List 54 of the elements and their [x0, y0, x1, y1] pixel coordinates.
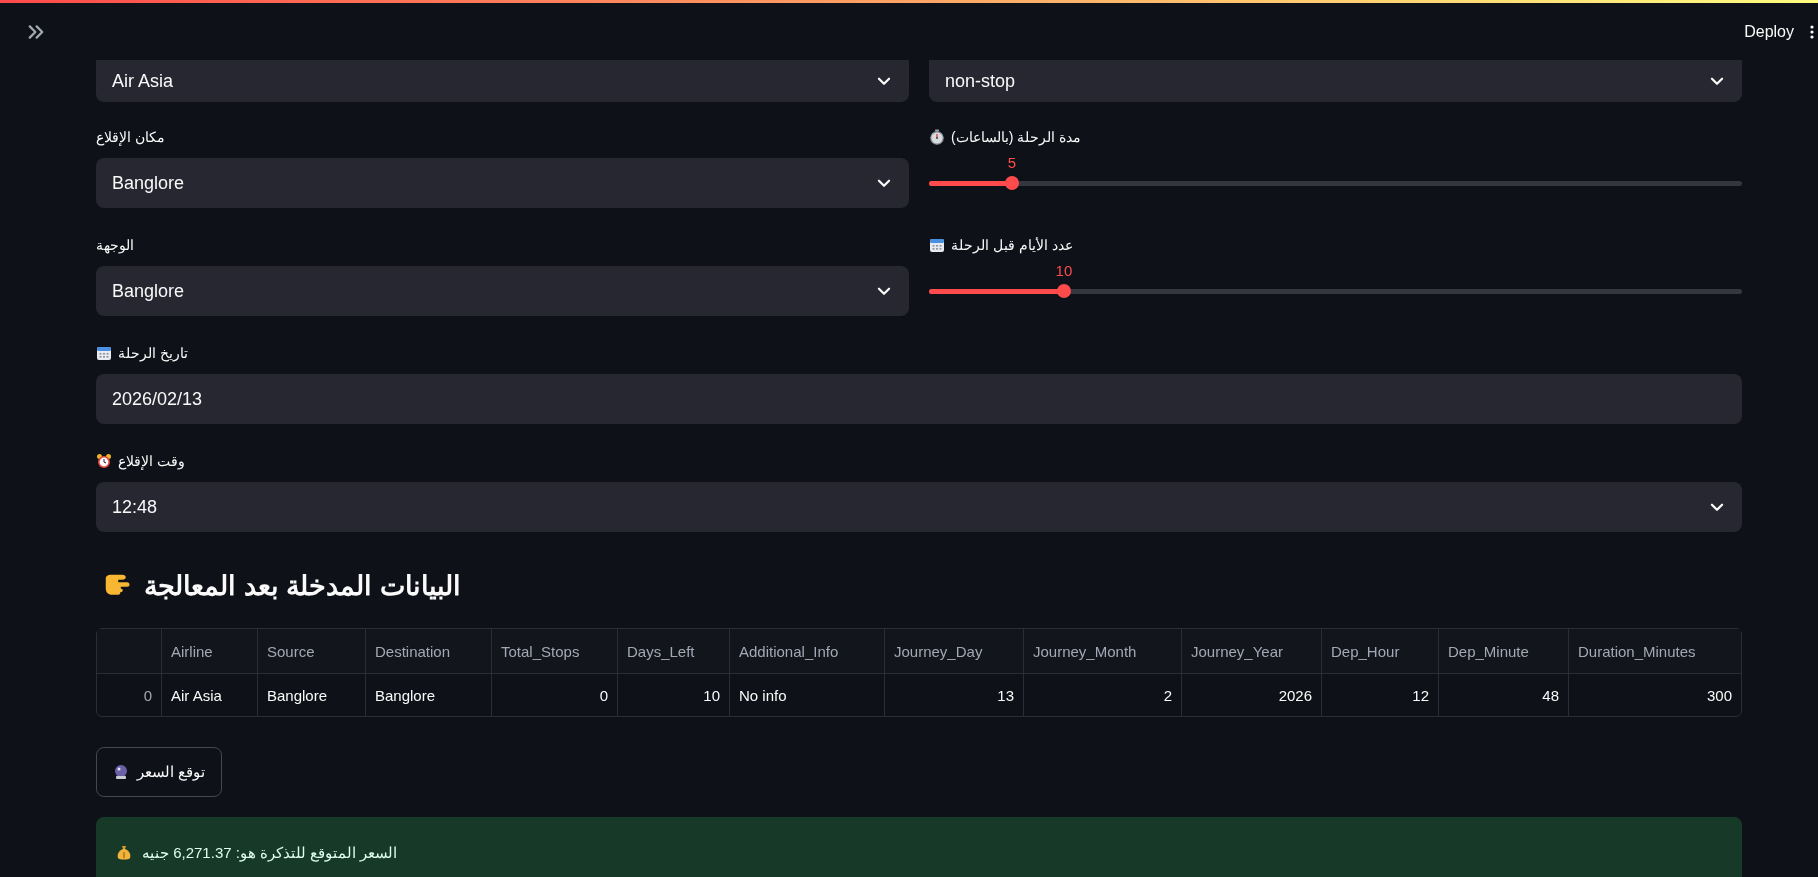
- table-cell: 0: [491, 674, 617, 716]
- field-label: وقت الإقلاع: [118, 453, 185, 469]
- stopwatch-icon: [929, 129, 945, 145]
- alarm-clock-icon: [96, 453, 112, 469]
- field-label: عدد الأيام قبل الرحلة: [951, 237, 1073, 253]
- column-header: Source: [257, 629, 365, 674]
- column-header: Total_Stops: [491, 629, 617, 674]
- section-heading: البيانات المدخلة بعد المعالجة: [144, 570, 461, 602]
- table-cell: 13: [884, 674, 1023, 716]
- select-field[interactable]: Air Asia: [96, 60, 909, 102]
- field-label: مكان الإقلاع: [96, 129, 165, 145]
- column-header: Duration_Minutes: [1568, 629, 1741, 674]
- column-header: Dep_Minute: [1438, 629, 1568, 674]
- table-cell: Air Asia: [161, 674, 257, 716]
- table-cell: 2: [1023, 674, 1181, 716]
- field-label: مدة الرحلة (بالساعات): [951, 129, 1082, 145]
- slider-thumb[interactable]: [1004, 176, 1019, 190]
- field-label: تاريخ الرحلة: [118, 345, 188, 361]
- table-cell: Banglore: [257, 674, 365, 716]
- slider-value: 5: [1007, 154, 1017, 171]
- menu-icon[interactable]: [1810, 23, 1814, 40]
- column-header: Additional_Info: [729, 629, 884, 674]
- select-field[interactable]: Banglore: [96, 158, 909, 208]
- table-cell: Banglore: [365, 674, 491, 716]
- table-cell: 10: [617, 674, 729, 716]
- table-cell: No info: [729, 674, 884, 716]
- crystal-ball-icon: [113, 764, 129, 780]
- column-header: Journey_Day: [884, 629, 1023, 674]
- predict-button[interactable]: توقع السعر: [96, 747, 223, 797]
- table-cell: 12: [1321, 674, 1438, 716]
- deploy-button[interactable]: Deploy: [1742, 18, 1796, 45]
- slider-thumb[interactable]: [1056, 284, 1071, 298]
- field-label: الوجهة: [96, 237, 134, 253]
- select-field[interactable]: Banglore: [96, 266, 909, 316]
- date-field[interactable]: 2026/02/13: [96, 374, 1742, 424]
- select-field[interactable]: non-stop: [929, 60, 1742, 102]
- table-cell: 2026: [1181, 674, 1321, 716]
- column-header: Dep_Hour: [1321, 629, 1438, 674]
- column-header: Journey_Year: [1181, 629, 1321, 674]
- slider-track[interactable]: [929, 181, 1742, 186]
- result-text: السعر المتوقع للتذكرة هو: 6,271.37 جنيه: [142, 844, 398, 862]
- select-field[interactable]: 12:48: [96, 482, 1742, 532]
- table-cell: 48: [1438, 674, 1568, 716]
- slider-track[interactable]: [929, 289, 1742, 294]
- calendar-icon: [96, 345, 112, 361]
- column-header: Days_Left: [617, 629, 729, 674]
- calendar-icon: [929, 237, 945, 253]
- table-cell: 300: [1568, 674, 1741, 716]
- column-header: Destination: [365, 629, 491, 674]
- row-index: 0: [142, 685, 153, 706]
- column-header: Journey_Month: [1023, 629, 1181, 674]
- column-header: Airline: [161, 629, 257, 674]
- money-bag-icon: [116, 845, 132, 861]
- slider-value: 10: [1055, 262, 1073, 279]
